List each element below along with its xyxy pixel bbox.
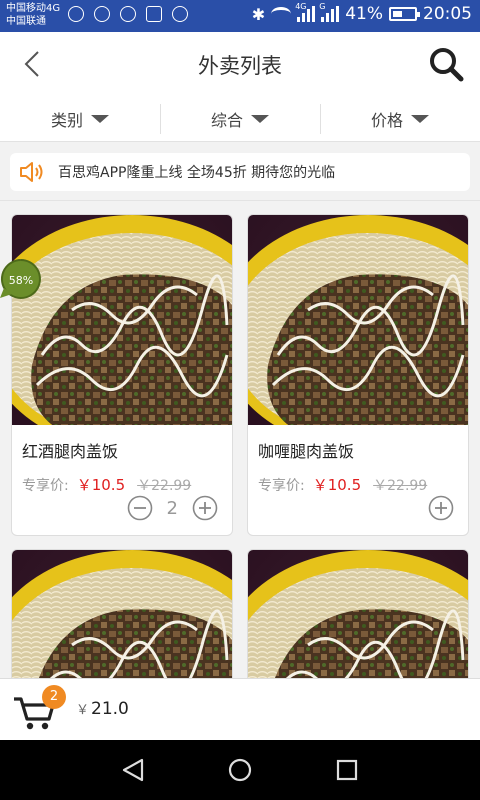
back-triangle-icon[interactable]: [120, 756, 148, 784]
filter-bar: 类别 综合 价格: [0, 96, 480, 142]
image-icon: [146, 6, 162, 22]
minus-button[interactable]: [127, 495, 153, 521]
product-card[interactable]: 咖喱腿肉盖饭 专享价: ￥10.5 ￥22.99: [247, 214, 469, 536]
filter-overall-label: 综合: [210, 110, 243, 130]
home-circle-icon[interactable]: [226, 756, 254, 784]
dropdown-arrow-icon: [251, 114, 269, 123]
floating-badge-text: 58%: [9, 274, 33, 287]
weibo-icon: [94, 6, 110, 22]
quantity-stepper: 2: [127, 495, 218, 521]
plus-button[interactable]: [428, 495, 454, 521]
speaker-icon: [20, 162, 43, 182]
battery-percent: 41%: [345, 4, 383, 24]
floating-progress-badge[interactable]: 58%: [0, 258, 42, 300]
signal-icon-2: G: [319, 2, 340, 22]
clock: 20:05: [423, 4, 472, 24]
app-icon: [172, 6, 188, 22]
recents-square-icon[interactable]: [333, 756, 361, 784]
price-label: 专享价:: [258, 478, 305, 494]
product-image: [12, 215, 232, 425]
filter-overall[interactable]: 综合: [160, 96, 320, 141]
dropdown-arrow-icon: [411, 114, 429, 123]
battery-icon: [389, 7, 420, 21]
search-icon[interactable]: [426, 44, 466, 84]
original-price: ￥22.99: [137, 478, 192, 494]
dropdown-arrow-icon: [91, 114, 109, 123]
signal-icon: 4G: [295, 2, 316, 22]
quantity-value: 2: [166, 497, 178, 519]
product-price: ￥10.5: [76, 476, 126, 494]
status-bar: 中国移动4G 中国联通 ✱ 4G G 41% 20:05: [0, 0, 480, 32]
price-label: 专享价:: [22, 478, 69, 494]
carrier-info: 中国移动4G 中国联通: [6, 2, 60, 28]
plus-button[interactable]: [192, 495, 218, 521]
cart-total-value: 21.0: [91, 699, 129, 719]
product-card[interactable]: 红酒腿肉盖饭 专享价: ￥10.5 ￥22.99 2: [11, 214, 233, 536]
cart-count-badge: 2: [42, 685, 66, 709]
carrier-primary: 中国移动4G: [6, 3, 61, 14]
filter-price-label: 价格: [370, 110, 403, 130]
filter-category-label: 类别: [50, 110, 83, 130]
product-grid: 红酒腿肉盖饭 专享价: ￥10.5 ￥22.99 2 咖喱腿肉盖饭 专享价: ￥…: [11, 214, 471, 678]
announcement-text: 百思鸡APP隆重上线 全场45折 期待您的光临: [58, 165, 336, 181]
bluetooth-icon: ✱: [251, 4, 266, 24]
app-header: 外卖列表: [0, 32, 480, 96]
product-name: 红酒腿肉盖饭: [22, 442, 119, 461]
chat-icon: [120, 6, 136, 22]
quantity-stepper: [428, 495, 454, 521]
wifi-icon: [271, 7, 292, 21]
product-image: [12, 550, 232, 678]
system-nav-bar: [0, 740, 480, 800]
product-image: [248, 550, 468, 678]
original-price: ￥22.99: [373, 478, 428, 494]
page-title: 外卖列表: [198, 54, 282, 78]
cart-bar: 2 ￥ 21.0: [0, 678, 480, 740]
filter-category[interactable]: 类别: [0, 96, 160, 141]
product-image: [248, 215, 468, 425]
filter-price[interactable]: 价格: [320, 96, 480, 141]
product-card[interactable]: [11, 549, 233, 678]
currency-symbol: ￥: [76, 703, 90, 718]
carrier-secondary: 中国联通: [6, 16, 46, 27]
product-card[interactable]: [247, 549, 469, 678]
cart-total: ￥ 21.0: [76, 699, 129, 719]
product-name: 咖喱腿肉盖饭: [258, 442, 355, 461]
divider: [0, 200, 480, 201]
announcement-bar[interactable]: 百思鸡APP隆重上线 全场45折 期待您的光临: [10, 153, 470, 191]
product-price: ￥10.5: [312, 476, 362, 494]
location-icon: [68, 6, 84, 22]
